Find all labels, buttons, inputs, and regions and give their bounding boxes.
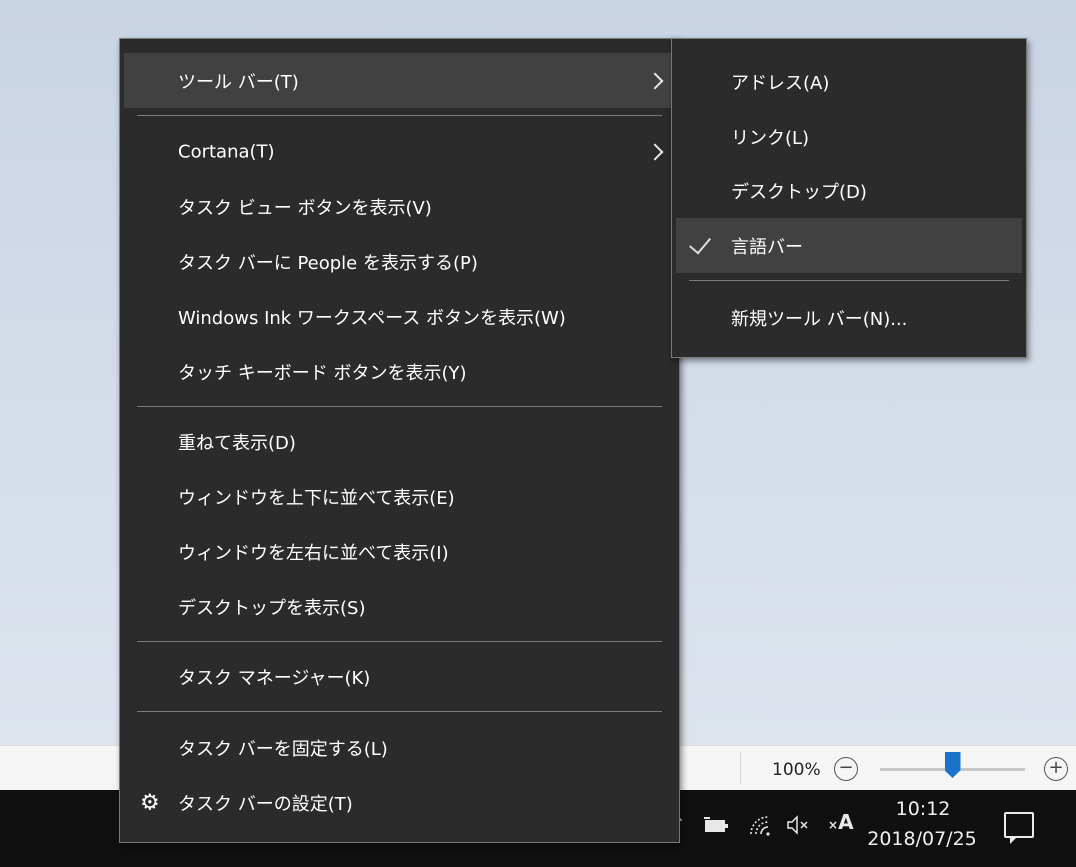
menu-item-cortana[interactable]: Cortana(T) bbox=[124, 124, 675, 179]
menu-item-task-manager[interactable]: タスク マネージャー(K) bbox=[124, 649, 675, 704]
minus-icon: − bbox=[838, 757, 854, 778]
checkmark-icon bbox=[688, 230, 712, 255]
menu-item-label: タスク バーに People を表示する(P) bbox=[178, 252, 478, 274]
menu-item-toolbars[interactable]: ツール バー(T) bbox=[124, 53, 675, 108]
submenu-item-language-bar[interactable]: 言語バー bbox=[676, 218, 1022, 273]
chevron-right-icon bbox=[646, 72, 664, 89]
menu-item-label: リンク(L) bbox=[731, 127, 810, 149]
menu-separator bbox=[137, 641, 662, 642]
menu-item-label: ウィンドウを上下に並べて表示(E) bbox=[178, 487, 455, 509]
menu-item-touch-keyboard[interactable]: タッチ キーボード ボタンを表示(Y) bbox=[124, 344, 675, 399]
menu-separator bbox=[137, 115, 662, 116]
menu-item-label: タスク バーの設定(T) bbox=[178, 793, 353, 815]
menu-item-label: デスクトップを表示(S) bbox=[178, 597, 366, 619]
gear-icon: ⚙ bbox=[140, 790, 160, 815]
menu-item-label: タッチ キーボード ボタンを表示(Y) bbox=[178, 362, 467, 384]
menu-separator bbox=[137, 406, 662, 407]
zoom-slider-thumb[interactable] bbox=[944, 752, 961, 778]
menu-item-side-by-side[interactable]: ウィンドウを左右に並べて表示(I) bbox=[124, 524, 675, 579]
menu-item-label: アドレス(A) bbox=[731, 72, 830, 94]
submenu-item-address[interactable]: アドレス(A) bbox=[676, 54, 1022, 109]
toolbars-submenu: アドレス(A) リンク(L) デスクトップ(D) 言語バー 新規ツール バー(N… bbox=[671, 38, 1027, 358]
wifi-icon[interactable] bbox=[748, 814, 772, 836]
zoom-in-button[interactable]: + bbox=[1044, 757, 1068, 781]
menu-item-people[interactable]: タスク バーに People を表示する(P) bbox=[124, 234, 675, 289]
menu-item-stacked[interactable]: ウィンドウを上下に並べて表示(E) bbox=[124, 469, 675, 524]
menu-separator bbox=[689, 280, 1009, 281]
submenu-item-desktop[interactable]: デスクトップ(D) bbox=[676, 163, 1022, 218]
menu-item-lock-taskbar[interactable]: タスク バーを固定する(L) bbox=[124, 720, 675, 775]
menu-item-label: デスクトップ(D) bbox=[731, 181, 867, 203]
action-center-icon[interactable] bbox=[1004, 812, 1034, 844]
submenu-item-new-toolbar[interactable]: 新規ツール バー(N)... bbox=[676, 290, 1022, 345]
menu-item-label: Windows Ink ワークスペース ボタンを表示(W) bbox=[178, 307, 566, 329]
plus-icon: + bbox=[1048, 757, 1064, 778]
menu-item-task-view[interactable]: タスク ビュー ボタンを表示(V) bbox=[124, 179, 675, 234]
chevron-right-icon bbox=[646, 143, 664, 160]
status-divider bbox=[740, 752, 741, 784]
menu-item-label: Cortana(T) bbox=[178, 141, 275, 162]
zoom-out-button[interactable]: − bbox=[834, 757, 858, 781]
menu-item-label: タスク バーを固定する(L) bbox=[178, 738, 388, 760]
menu-item-cascade[interactable]: 重ねて表示(D) bbox=[124, 414, 675, 469]
menu-item-label: 言語バー bbox=[731, 236, 803, 258]
menu-item-show-desktop[interactable]: デスクトップを表示(S) bbox=[124, 579, 675, 634]
menu-item-label: 新規ツール バー(N)... bbox=[731, 308, 908, 330]
submenu-item-links[interactable]: リンク(L) bbox=[676, 109, 1022, 164]
ime-indicator-icon[interactable]: ×A bbox=[828, 810, 854, 834]
taskbar-context-menu: ツール バー(T) Cortana(T) タスク ビュー ボタンを表示(V) タ… bbox=[119, 38, 680, 843]
menu-item-label: ツール バー(T) bbox=[178, 71, 299, 93]
menu-item-taskbar-settings[interactable]: ⚙ タスク バーの設定(T) bbox=[124, 775, 675, 830]
battery-icon[interactable] bbox=[704, 817, 730, 835]
menu-item-label: タスク ビュー ボタンを表示(V) bbox=[178, 197, 432, 219]
menu-item-label: 重ねて表示(D) bbox=[178, 432, 296, 454]
menu-item-windows-ink[interactable]: Windows Ink ワークスペース ボタンを表示(W) bbox=[124, 289, 675, 344]
zoom-level-label: 100% bbox=[772, 760, 821, 780]
clock-date: 2018/07/25 bbox=[867, 828, 977, 850]
menu-item-label: ウィンドウを左右に並べて表示(I) bbox=[178, 542, 449, 564]
menu-separator bbox=[137, 711, 662, 712]
volume-muted-icon[interactable] bbox=[786, 814, 812, 836]
clock-time: 10:12 bbox=[895, 798, 951, 820]
menu-item-label: タスク マネージャー(K) bbox=[178, 667, 371, 689]
